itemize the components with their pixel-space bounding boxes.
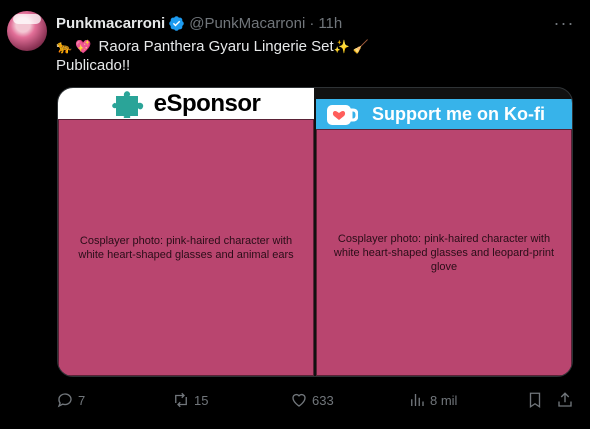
kofi-cup-icon bbox=[327, 104, 358, 125]
views-chart-icon bbox=[411, 394, 424, 406]
tweet-text: 🐆 💖 Raora Panthera Gyaru Lingerie Set✨ 🧹 P… bbox=[56, 37, 372, 75]
esponsor-banner: eSponsor bbox=[58, 88, 314, 119]
sparkles-emoji: ✨ bbox=[333, 39, 350, 54]
puzzle-icon bbox=[111, 90, 143, 118]
timestamp[interactable]: 11h bbox=[318, 15, 342, 32]
sparkling-heart-emoji: 💖 bbox=[75, 39, 92, 54]
tweet-text-line-1: 🐆 💖 Raora Panthera Gyaru Lingerie Set✨ 🧹 bbox=[56, 37, 372, 56]
bookmark-button[interactable] bbox=[526, 389, 544, 411]
reply-count: 7 bbox=[78, 392, 86, 408]
separator-dot: · bbox=[309, 14, 315, 32]
broom-emoji: 🧹 bbox=[352, 39, 370, 54]
kofi-banner: Support me on Ko-fi bbox=[316, 99, 572, 130]
retweet-count: 15 bbox=[194, 392, 209, 408]
bookmark-icon bbox=[529, 392, 541, 409]
photo-right-label: Cosplayer photo: pink-haired character w… bbox=[333, 232, 555, 273]
media-left[interactable]: eSponsor Cosplayer photo: pink-haired ch… bbox=[58, 88, 314, 376]
reply-button[interactable]: 7 bbox=[56, 389, 85, 411]
leopard-emoji: 🐆 bbox=[56, 39, 73, 54]
cosplay-photo-left: Cosplayer photo: pink-haired character w… bbox=[58, 119, 314, 376]
views-count: 8 mil bbox=[430, 392, 458, 408]
like-button[interactable]: 633 bbox=[290, 389, 334, 411]
share-button[interactable] bbox=[556, 389, 574, 411]
avatar[interactable] bbox=[7, 11, 47, 51]
action-bar: 7 15 633 8 mil bbox=[56, 389, 576, 411]
cosplay-photo-right: Cosplayer photo: pink-haired character w… bbox=[316, 129, 572, 376]
share-icon bbox=[558, 392, 572, 407]
media-right[interactable]: Support me on Ko-fi Cosplayer photo: pin… bbox=[316, 88, 572, 376]
author-handle[interactable]: @PunkMacarroni bbox=[189, 15, 305, 32]
tweet-header: Punkmacarroni @PunkMacarroni · 11h bbox=[56, 13, 342, 33]
retweet-button[interactable]: 15 bbox=[172, 389, 208, 411]
esponsor-label: eSponsor bbox=[153, 89, 261, 117]
kofi-label: Support me on Ko-fi bbox=[372, 104, 545, 124]
tweet-title: Raora Panthera Gyaru Lingerie Set bbox=[98, 38, 334, 55]
more-options-icon[interactable]: ··· bbox=[553, 13, 575, 33]
verified-badge-icon bbox=[169, 15, 184, 31]
tweet[interactable]: Punkmacarroni @PunkMacarroni · 11h ··· 🐆… bbox=[0, 0, 590, 429]
like-count: 633 bbox=[312, 392, 334, 408]
tweet-text-line-2: Publicado!! bbox=[56, 57, 131, 74]
views-button[interactable]: 8 mil bbox=[408, 389, 457, 411]
heart-icon bbox=[292, 393, 306, 407]
media-grid: eSponsor Cosplayer photo: pink-haired ch… bbox=[57, 87, 573, 377]
reply-icon bbox=[57, 393, 72, 408]
photo-left-label: Cosplayer photo: pink-haired character w… bbox=[78, 234, 294, 261]
author-name[interactable]: Punkmacarroni bbox=[56, 15, 165, 32]
retweet-icon bbox=[175, 392, 187, 408]
